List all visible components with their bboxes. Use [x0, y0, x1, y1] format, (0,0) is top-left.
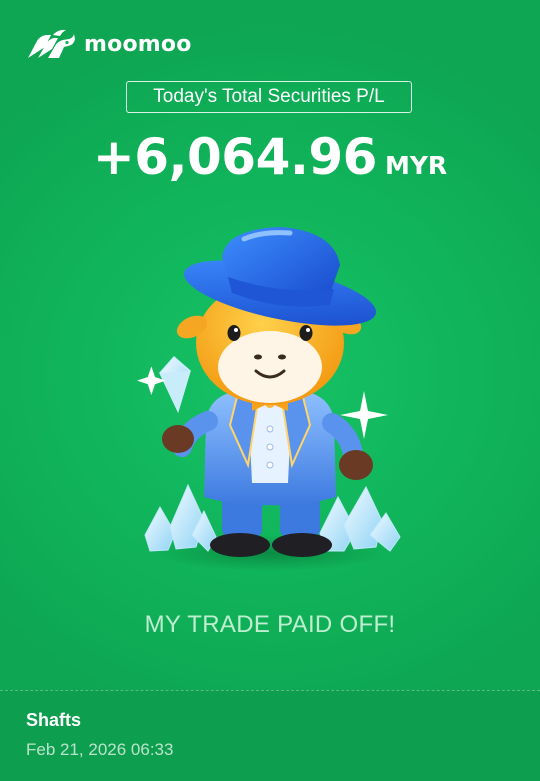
timestamp: Feb 21, 2026 06:33	[26, 740, 174, 759]
footer: Shafts Feb 21, 2026 06:33	[0, 690, 540, 781]
pnl-label: Today's Total Securities P/L	[126, 81, 412, 113]
tagline: MY TRADE PAID OFF!	[144, 611, 396, 638]
moomoo-bull-logo-icon	[28, 29, 75, 58]
brand-logo: moomoo	[26, 27, 192, 61]
held-diamond	[159, 355, 191, 414]
pnl-currency: MYR	[384, 151, 448, 180]
share-card: moomoo Today's Total Securities P/L +6,0…	[0, 0, 540, 781]
moomoo-bull-mascot-illustration	[137, 227, 401, 571]
footer-divider	[0, 690, 540, 691]
brand-name: moomoo	[84, 31, 192, 57]
pnl-amount: +6,064.96 MYR	[0, 128, 540, 192]
pnl-value: +6,064.96	[92, 128, 378, 186]
username: Shafts	[26, 710, 82, 730]
